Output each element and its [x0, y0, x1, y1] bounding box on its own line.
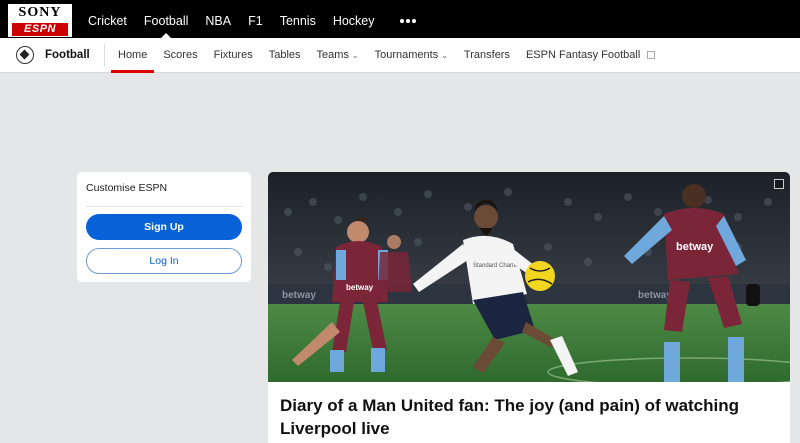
nav-cricket[interactable]: Cricket [88, 4, 127, 38]
expand-icon[interactable] [774, 179, 784, 189]
more-icon[interactable] [399, 19, 416, 23]
nav-football[interactable]: Football [144, 4, 188, 38]
football-sub-navigation: Football Home Scores Fixtures Tables Tea… [0, 38, 800, 73]
subnav-scores[interactable]: Scores [163, 38, 197, 73]
top-navigation-bar: SONY ESPN Cricket Football NBA F1 Tennis… [0, 0, 800, 38]
story-headline[interactable]: Diary of a Man United fan: The joy (and … [280, 394, 780, 440]
subnav-transfers[interactable]: Transfers [464, 38, 510, 73]
subnav-teams[interactable]: Teams ⌄ [317, 38, 359, 73]
subnav-tables[interactable]: Tables [269, 38, 301, 73]
subnav-fantasy-football[interactable]: ESPN Fantasy Football [525, 38, 656, 73]
chevron-down-icon: ⌄ [351, 51, 359, 60]
chevron-down-icon: ⌄ [441, 51, 448, 60]
logo-espn-text: ESPN [12, 23, 68, 36]
board-sponsor-left: betway [282, 290, 316, 301]
customise-title: Customise ESPN [86, 182, 168, 194]
nav-f1[interactable]: F1 [248, 4, 263, 38]
board-sponsor-right: betway [638, 290, 672, 301]
subnav-fantasy-label: ESPN Fantasy Football [525, 49, 641, 61]
svg-text:betway: betway [676, 241, 714, 253]
sub-nav-items: Home Scores Fixtures Tables Teams ⌄ Tourn… [110, 38, 671, 73]
subnav-teams-label: Teams [316, 49, 349, 61]
logo-sony-text: SONY [18, 5, 62, 20]
sign-up-button[interactable]: Sign Up [86, 214, 242, 240]
svg-text:betway: betway [346, 283, 374, 292]
external-link-icon [647, 51, 656, 59]
subnav-scores-label: Scores [163, 49, 198, 61]
subnav-fixtures-label: Fixtures [213, 49, 253, 61]
football-icon [16, 46, 34, 64]
sony-espn-logo[interactable]: SONY ESPN [7, 3, 73, 38]
subnav-tournaments-label: Tournaments [374, 49, 439, 61]
nav-hockey[interactable]: Hockey [333, 4, 375, 38]
customise-espn-card: Customise ESPN Sign Up Log In [77, 172, 251, 282]
subnav-home[interactable]: Home [110, 38, 155, 73]
subnav-tables-label: Tables [268, 49, 301, 61]
sport-title[interactable]: Football [45, 49, 90, 61]
divider [86, 206, 243, 207]
match-photo-illustration: betway betway betway Standard Chartered … [268, 172, 790, 382]
subnav-transfers-label: Transfers [463, 49, 510, 61]
story-photo[interactable]: betway betway betway Standard Chartered … [268, 172, 790, 382]
sports-nav: Cricket Football NBA F1 Tennis Hockey [88, 4, 416, 38]
top-story-card[interactable]: betway betway betway Standard Chartered … [268, 172, 790, 443]
nav-nba[interactable]: NBA [205, 4, 231, 38]
divider [104, 44, 105, 66]
nav-tennis[interactable]: Tennis [280, 4, 316, 38]
subnav-tournaments[interactable]: Tournaments ⌄ [375, 38, 448, 73]
log-in-button[interactable]: Log In [86, 248, 242, 274]
subnav-home-label: Home [118, 49, 148, 61]
subnav-fixtures[interactable]: Fixtures [214, 38, 253, 73]
